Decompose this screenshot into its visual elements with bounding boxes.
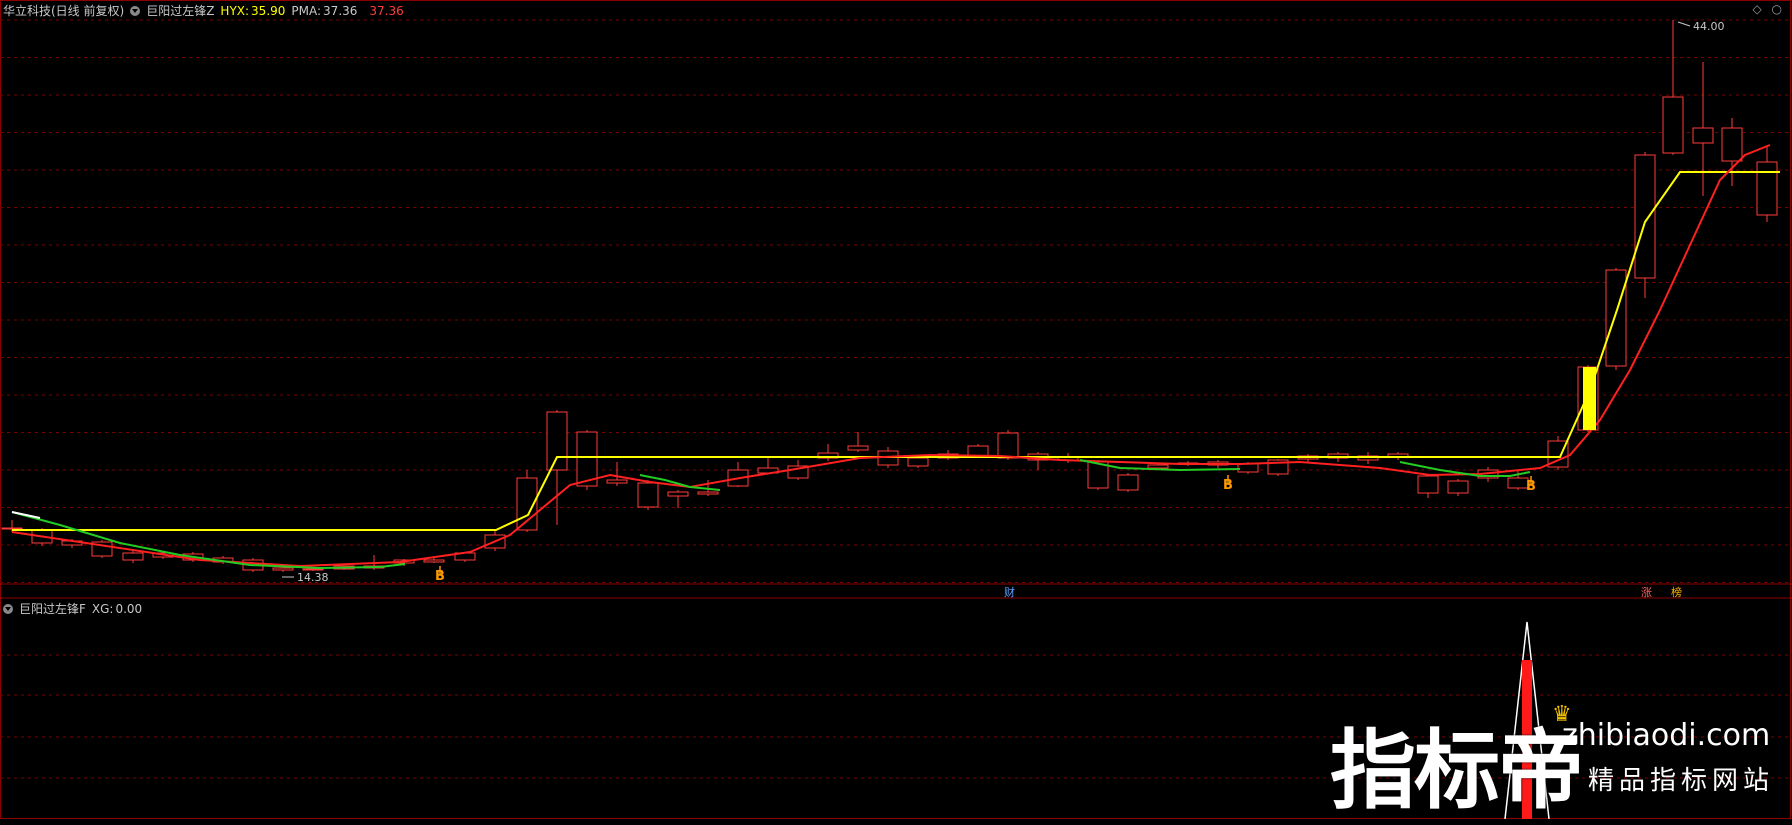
- candle-body: [606, 479, 628, 484]
- event-marker: 财: [1004, 585, 1015, 599]
- top-right-controls: ◇ ○: [1746, 2, 1782, 16]
- diamond-icon[interactable]: ◇: [1752, 2, 1761, 16]
- xg-value: 0.00: [115, 601, 143, 616]
- pma-value: 37.36: [323, 3, 358, 18]
- price-grid: [0, 19, 1792, 583]
- candle-body: [122, 552, 144, 561]
- candle-body: [1634, 154, 1656, 279]
- candle-body: [1237, 463, 1259, 473]
- sub-header: 巨阳过左锋F XG: 0.00: [3, 600, 148, 617]
- main-header: 华立科技(日线 前复权) 巨阳过左锋Z HYX: 35.90 PMA: 37.3…: [3, 2, 410, 19]
- candle-body: [967, 445, 989, 457]
- pma-label: PMA:: [291, 3, 322, 18]
- circle-icon[interactable]: ○: [1772, 2, 1782, 16]
- candle-body: [1507, 477, 1529, 489]
- candle-body: [546, 411, 568, 471]
- candle-body: [667, 491, 689, 497]
- buy-signal: B: [1223, 478, 1233, 493]
- indicator-name[interactable]: 巨阳过左锋Z: [146, 2, 214, 19]
- candle-body: [272, 567, 294, 571]
- candlesticks: [1, 20, 1778, 572]
- extra-value: 37.36: [369, 3, 404, 18]
- sub-indicator-menu-icon[interactable]: [3, 603, 13, 614]
- event-marker: 涨: [1641, 586, 1652, 599]
- indicator-lines: [11, 144, 1780, 570]
- candle-body: [1756, 161, 1778, 216]
- high-price-label: 44.00: [1693, 20, 1725, 33]
- candle-body: [1447, 480, 1469, 494]
- hyx-label: HYX:: [220, 3, 250, 18]
- candle-body: [1721, 127, 1743, 162]
- buy-signal: B: [1526, 479, 1536, 494]
- indicator-menu-icon[interactable]: [130, 5, 141, 16]
- candle-body: [847, 445, 869, 451]
- candle-body: [1605, 269, 1627, 367]
- sub-indicator-name[interactable]: 巨阳过左锋F: [19, 600, 86, 617]
- hyx-value: 35.90: [251, 3, 286, 18]
- hyx-line: [12, 171, 1780, 531]
- low-price-label: 14.38: [297, 571, 329, 584]
- high-price-pointer: [1677, 21, 1691, 27]
- candle-body: [576, 431, 598, 487]
- candle-body: [697, 491, 719, 495]
- chart-canvas[interactable]: B B B 44.00 14.38 财 涨 榜: [0, 0, 1792, 819]
- pma-line: [11, 144, 1771, 568]
- buy-signal: B: [435, 569, 445, 584]
- candle-body: [1662, 96, 1684, 154]
- candle-body: [907, 457, 929, 467]
- candle-body: [302, 568, 324, 571]
- watermark-subtitle: 精品指标网站: [1588, 766, 1775, 796]
- watermark-url: zhibiaodi.com: [1562, 718, 1771, 753]
- candle-body: [423, 559, 445, 563]
- stock-title[interactable]: 华立科技(日线 前复权): [3, 2, 124, 19]
- candle-body: [1417, 475, 1439, 494]
- signal-markers: B B B 44.00 14.38 财 涨 榜: [282, 20, 1725, 599]
- candle-body: [997, 432, 1019, 459]
- candle-body: [1117, 474, 1139, 491]
- event-marker: 榜: [1671, 585, 1682, 599]
- highlight-bar: [1583, 367, 1596, 430]
- watermark-logo-text: 指标帝: [1330, 721, 1584, 821]
- xg-label: XG:: [91, 601, 114, 616]
- candle-body: [1147, 464, 1169, 469]
- white-line: [11, 511, 41, 519]
- candle-body: [637, 482, 659, 508]
- candle-body: [1692, 127, 1714, 144]
- candle-body: [1, 527, 23, 530]
